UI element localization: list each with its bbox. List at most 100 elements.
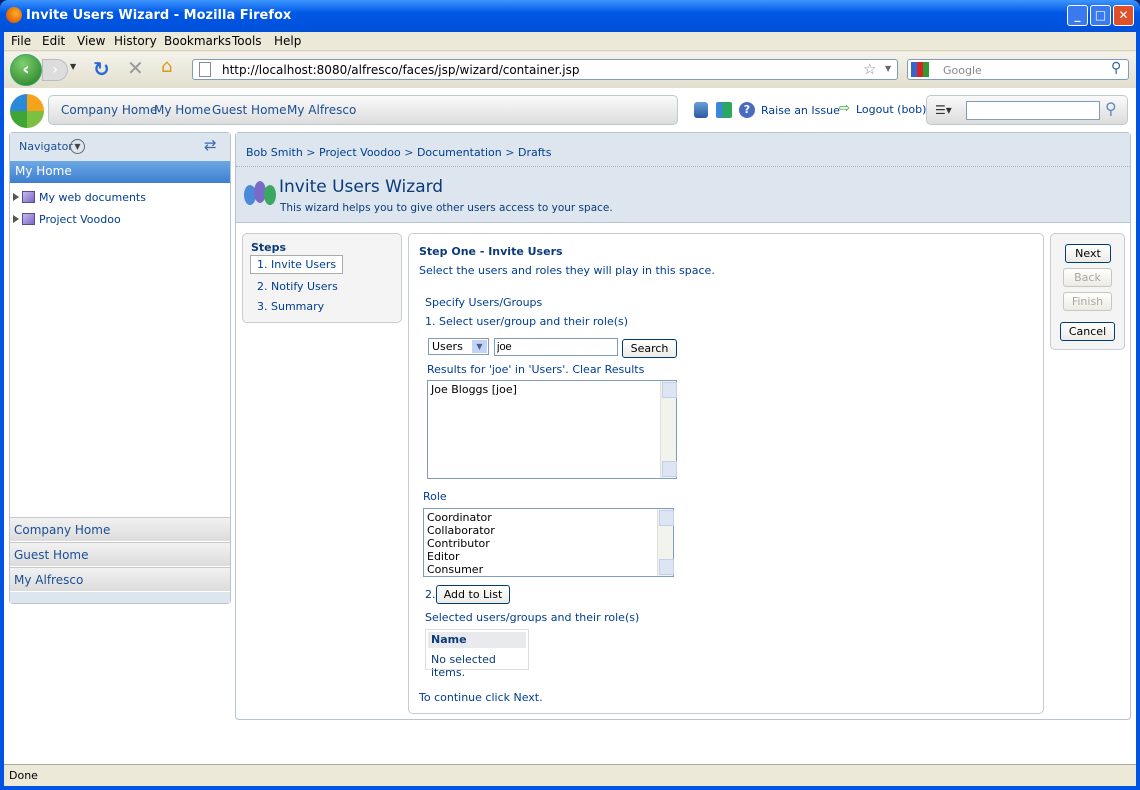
nav-company-home[interactable]: Company Home (61, 103, 157, 117)
steps-panel: Steps 1. Invite Users 2. Notify Users 3.… (242, 233, 402, 323)
magnifier-icon[interactable]: ⚲ (1111, 60, 1121, 76)
maximize-button[interactable]: □ (1090, 5, 1111, 26)
stop-icon[interactable]: ✕ (127, 56, 144, 80)
chevron-down-icon[interactable]: ▼ (472, 340, 487, 353)
step-invite-users[interactable]: 1. Invite Users (250, 255, 344, 274)
sidebar-item-my-home[interactable]: My Home (10, 161, 230, 183)
menu-help[interactable]: Help (274, 34, 301, 48)
logout-icon[interactable]: ⇨ (839, 101, 850, 116)
results-text: Results for 'joe' in 'Users'. (427, 363, 573, 376)
nav-my-alfresco[interactable]: My Alfresco (287, 103, 356, 117)
breadcrumb-project-voodoo[interactable]: Project Voodoo (319, 146, 401, 159)
forward-button[interactable]: › (42, 59, 68, 81)
minimize-button[interactable]: _ (1067, 5, 1088, 26)
select-user-label: 1. Select user/group and their role(s) (425, 315, 629, 328)
search-icon[interactable]: ⚲ (1105, 99, 1117, 118)
expand-icon[interactable] (13, 215, 19, 223)
firefox-icon (6, 7, 22, 23)
role-item[interactable]: Collaborator (427, 524, 670, 537)
table-empty: No selected items. (431, 653, 496, 679)
sidebar-item-guest-home[interactable]: Guest Home (10, 542, 230, 566)
reload-icon[interactable]: ↻ (93, 57, 110, 81)
refresh-icon[interactable]: ⇄ (204, 136, 217, 154)
url-text: http://localhost:8080/alfresco/faces/jsp… (222, 63, 580, 77)
step-heading: Step One - Invite Users (419, 245, 563, 258)
role-list[interactable]: Coordinator Collaborator Contributor Edi… (423, 508, 674, 577)
wizard-title: Invite Users Wizard (279, 177, 444, 197)
role-item[interactable]: Contributor (427, 537, 670, 550)
role-scrollbar[interactable] (657, 509, 674, 576)
tree-item-my-web-documents[interactable]: My web documents (13, 191, 146, 204)
breadcrumb: Bob Smith > Project Voodoo > Documentati… (236, 133, 1130, 167)
user-search-input[interactable] (494, 338, 618, 356)
user-type-value: Users (432, 340, 463, 353)
browser-client: File Edit View History Bookmarks Tools H… (4, 32, 1136, 786)
back-button[interactable]: Back (1063, 268, 1112, 287)
tree-item-label[interactable]: My web documents (39, 191, 146, 204)
sidebar-item-my-alfresco[interactable]: My Alfresco (10, 567, 230, 591)
home-icon[interactable]: ⌂ (161, 56, 172, 77)
results-label: Results for 'joe' in 'Users'. Clear Resu… (427, 363, 644, 376)
role-item[interactable]: Editor (427, 550, 670, 563)
menu-edit[interactable]: Edit (42, 34, 65, 48)
menu-file[interactable]: File (11, 34, 31, 48)
bookmark-star-icon[interactable]: ☆ (863, 60, 876, 78)
role-label: Role (423, 490, 447, 503)
close-button[interactable]: ✕ (1113, 5, 1134, 26)
status-bar: Done (4, 764, 1136, 786)
expand-icon[interactable] (13, 193, 19, 201)
clear-results-link[interactable]: Clear Results (572, 363, 644, 376)
results-scrollbar[interactable] (660, 381, 677, 478)
role-item[interactable]: Coordinator (427, 511, 670, 524)
menu-bookmarks[interactable]: Bookmarks (164, 34, 231, 48)
continue-hint: To continue click Next. (419, 691, 543, 704)
menu-tools[interactable]: Tools (232, 34, 262, 48)
raise-issue-link[interactable]: Raise an Issue (761, 104, 840, 117)
role-item[interactable]: Consumer (427, 563, 670, 576)
user-type-select[interactable]: Users ▼ (428, 338, 489, 355)
cancel-button[interactable]: Cancel (1060, 322, 1115, 341)
breadcrumb-bob-smith[interactable]: Bob Smith (246, 146, 303, 159)
web-search-box[interactable]: Google ⚲ (907, 59, 1129, 80)
url-dropdown-icon[interactable]: ▼ (885, 64, 891, 73)
window-title: Invite Users Wizard - Mozilla Firefox (26, 8, 292, 23)
nav-toolbar: ‹ › ▼ ↻ ✕ ⌂ http://localhost:8080/alfres… (4, 52, 1136, 88)
step-intro: Select the users and roles they will pla… (419, 264, 715, 277)
menu-history[interactable]: History (114, 34, 157, 48)
sidebar-item-company-home[interactable]: Company Home (10, 517, 230, 541)
step-notify-users[interactable]: 2. Notify Users (257, 280, 338, 293)
history-dropdown-icon[interactable]: ▼ (70, 62, 76, 71)
space-icon (22, 191, 35, 203)
navigator-dropdown-icon[interactable]: ▼ (70, 139, 85, 154)
web-search-placeholder: Google (943, 64, 982, 77)
results-list[interactable]: Joe Bloggs [joe] (427, 380, 677, 479)
toggle-shelf-icon[interactable] (716, 102, 732, 118)
logout-link[interactable]: Logout (bob) (856, 103, 926, 116)
back-button[interactable]: ‹ (10, 54, 42, 86)
breadcrumb-drafts[interactable]: Drafts (518, 146, 551, 159)
finish-button[interactable]: Finish (1063, 292, 1112, 311)
menu-view[interactable]: View (77, 34, 105, 48)
selected-label: Selected users/groups and their role(s) (425, 611, 640, 624)
result-item[interactable]: Joe Bloggs [joe] (428, 381, 676, 398)
add-to-list-button[interactable]: Add to List (436, 585, 510, 604)
navigator-header: Navigator ▼ ⇄ (10, 133, 230, 161)
nav-guest-home[interactable]: Guest Home (212, 103, 287, 117)
search-options-icon[interactable]: ☰▾ (935, 103, 952, 117)
user-details-icon[interactable] (694, 102, 708, 118)
next-button[interactable]: Next (1065, 244, 1111, 263)
steps-title: Steps (251, 241, 287, 254)
tree-item-project-voodoo[interactable]: Project Voodoo (13, 213, 121, 226)
alfresco-logo[interactable] (10, 94, 44, 128)
tree-item-label[interactable]: Project Voodoo (39, 213, 121, 226)
header-search-panel: ☰▾ ⚲ (926, 95, 1128, 125)
google-icon[interactable] (911, 62, 929, 77)
help-icon[interactable]: ? (739, 102, 755, 118)
page-icon (199, 62, 211, 77)
url-bar[interactable]: http://localhost:8080/alfresco/faces/jsp… (192, 59, 898, 80)
step-summary[interactable]: 3. Summary (257, 300, 324, 313)
search-button[interactable]: Search (622, 339, 677, 358)
breadcrumb-documentation[interactable]: Documentation (417, 146, 502, 159)
nav-my-home[interactable]: My Home (154, 103, 211, 117)
header-search-input[interactable] (966, 101, 1100, 120)
